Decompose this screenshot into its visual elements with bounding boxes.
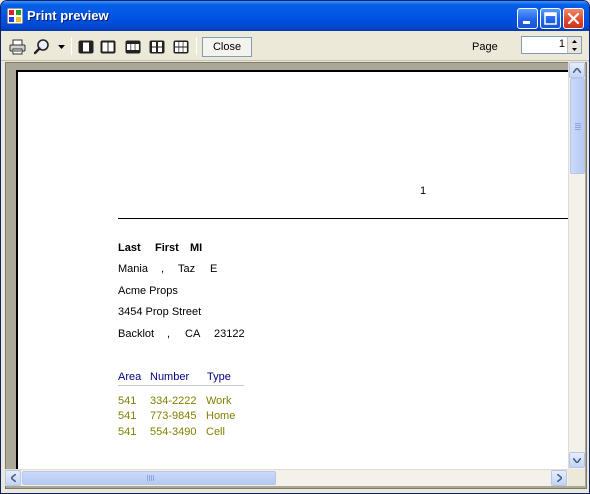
arrow-right-icon: [556, 474, 562, 482]
thumb-grip: [575, 127, 581, 128]
zoom-button[interactable]: [33, 36, 51, 58]
print-preview-window: Print preview Close Page 1 1 Last First …: [0, 0, 590, 494]
company-text: Acme Props: [118, 285, 178, 297]
thumb-grip: [575, 125, 581, 126]
minimize-button[interactable]: [517, 8, 538, 29]
dropdown-arrow-icon: [57, 45, 65, 49]
four-pages-icon: [149, 40, 165, 54]
city-zip: 23122: [214, 328, 245, 340]
street-text: 3454 Prop Street: [118, 306, 202, 318]
zoom-dropdown-button[interactable]: [56, 36, 66, 58]
thumb-grip: [151, 475, 152, 481]
phone-row-area: 541: [118, 426, 137, 438]
city-state: CA: [185, 328, 201, 340]
page-number-text: 1: [420, 185, 427, 197]
thumb-grip: [575, 129, 581, 130]
thumb-grip: [147, 475, 148, 481]
phone-row-type: Cell: [206, 426, 225, 438]
phones-header-rule: [118, 385, 244, 386]
maximize-button[interactable]: [540, 8, 561, 29]
phone-row-type: Work: [206, 395, 232, 407]
vertical-scroll-thumb[interactable]: [570, 78, 585, 174]
phones-header-number: Number: [150, 371, 190, 383]
header-last: Last: [118, 242, 141, 254]
phone-row-type: Home: [206, 410, 236, 422]
two-pages-icon: [100, 40, 116, 54]
name-comma: ,: [161, 263, 165, 275]
phones-header-area: Area: [118, 371, 142, 383]
spin-down-icon: [572, 47, 577, 51]
maximize-icon: [544, 12, 557, 25]
vertical-scrollbar[interactable]: [568, 62, 585, 469]
phone-row-number: 334-2222: [150, 395, 197, 407]
header-first: First: [155, 242, 179, 254]
six-pages-icon: [173, 40, 189, 54]
printer-icon: [9, 39, 26, 55]
page-number-stepper[interactable]: 1: [521, 36, 582, 54]
phone-row-area: 541: [118, 410, 137, 422]
scrollbar-corner: [568, 469, 585, 486]
name-mi: E: [210, 263, 218, 275]
one-page-icon: [78, 40, 94, 54]
thumb-grip: [575, 123, 581, 124]
arrow-up-icon: [573, 67, 581, 73]
arrow-left-icon: [10, 474, 16, 482]
preview-area[interactable]: 1 Last First MI Mania , Taz E Acme Props…: [5, 62, 587, 489]
close-button[interactable]: Close: [202, 37, 252, 57]
minimize-icon: [523, 21, 530, 24]
scroll-up-button[interactable]: [569, 62, 585, 78]
six-pages-button[interactable]: [172, 36, 190, 58]
header-mi: MI: [190, 242, 203, 254]
print-preview-app-icon: [7, 8, 23, 24]
print-button[interactable]: [7, 36, 29, 58]
scroll-down-button[interactable]: [569, 452, 585, 468]
page-label: Page: [472, 41, 498, 53]
page-down-button[interactable]: [567, 45, 581, 53]
close-window-button[interactable]: [563, 8, 584, 29]
city-name: Backlot: [118, 328, 155, 340]
toolbar: Close Page: [1, 31, 589, 61]
phone-row-number: 554-3490: [150, 426, 197, 438]
spin-up-icon: [572, 39, 577, 43]
three-pages-button[interactable]: [124, 36, 142, 58]
one-page-button[interactable]: [77, 36, 95, 58]
two-pages-button[interactable]: [99, 36, 117, 58]
toolbar-separator: [71, 37, 72, 55]
phone-row-area: 541: [118, 395, 137, 407]
three-pages-icon: [125, 40, 141, 54]
page-up-button[interactable]: [567, 37, 581, 45]
magnifier-icon: [33, 39, 49, 55]
thumb-grip: [149, 475, 150, 481]
arrow-down-icon: [573, 457, 581, 463]
four-pages-button[interactable]: [148, 36, 166, 58]
thumb-grip: [153, 475, 154, 481]
horizontal-scrollbar[interactable]: [5, 469, 568, 486]
scroll-left-button[interactable]: [5, 470, 21, 486]
phone-row-number: 773-9845: [150, 410, 197, 422]
title-bar[interactable]: Print preview: [1, 1, 589, 31]
phones-header-type: Type: [207, 371, 231, 383]
window-title: Print preview: [27, 8, 109, 23]
city-comma: ,: [167, 328, 171, 340]
toolbar-separator: [196, 37, 197, 55]
scroll-right-button[interactable]: [551, 470, 567, 486]
preview-page: 1 Last First MI Mania , Taz E Acme Props…: [16, 70, 571, 470]
header-rule: [118, 218, 571, 219]
page-number-value[interactable]: 1: [559, 38, 565, 50]
name-first: Taz: [178, 263, 196, 275]
horizontal-scroll-thumb[interactable]: [22, 471, 276, 485]
name-last: Mania: [118, 263, 148, 275]
close-icon: [567, 12, 580, 25]
